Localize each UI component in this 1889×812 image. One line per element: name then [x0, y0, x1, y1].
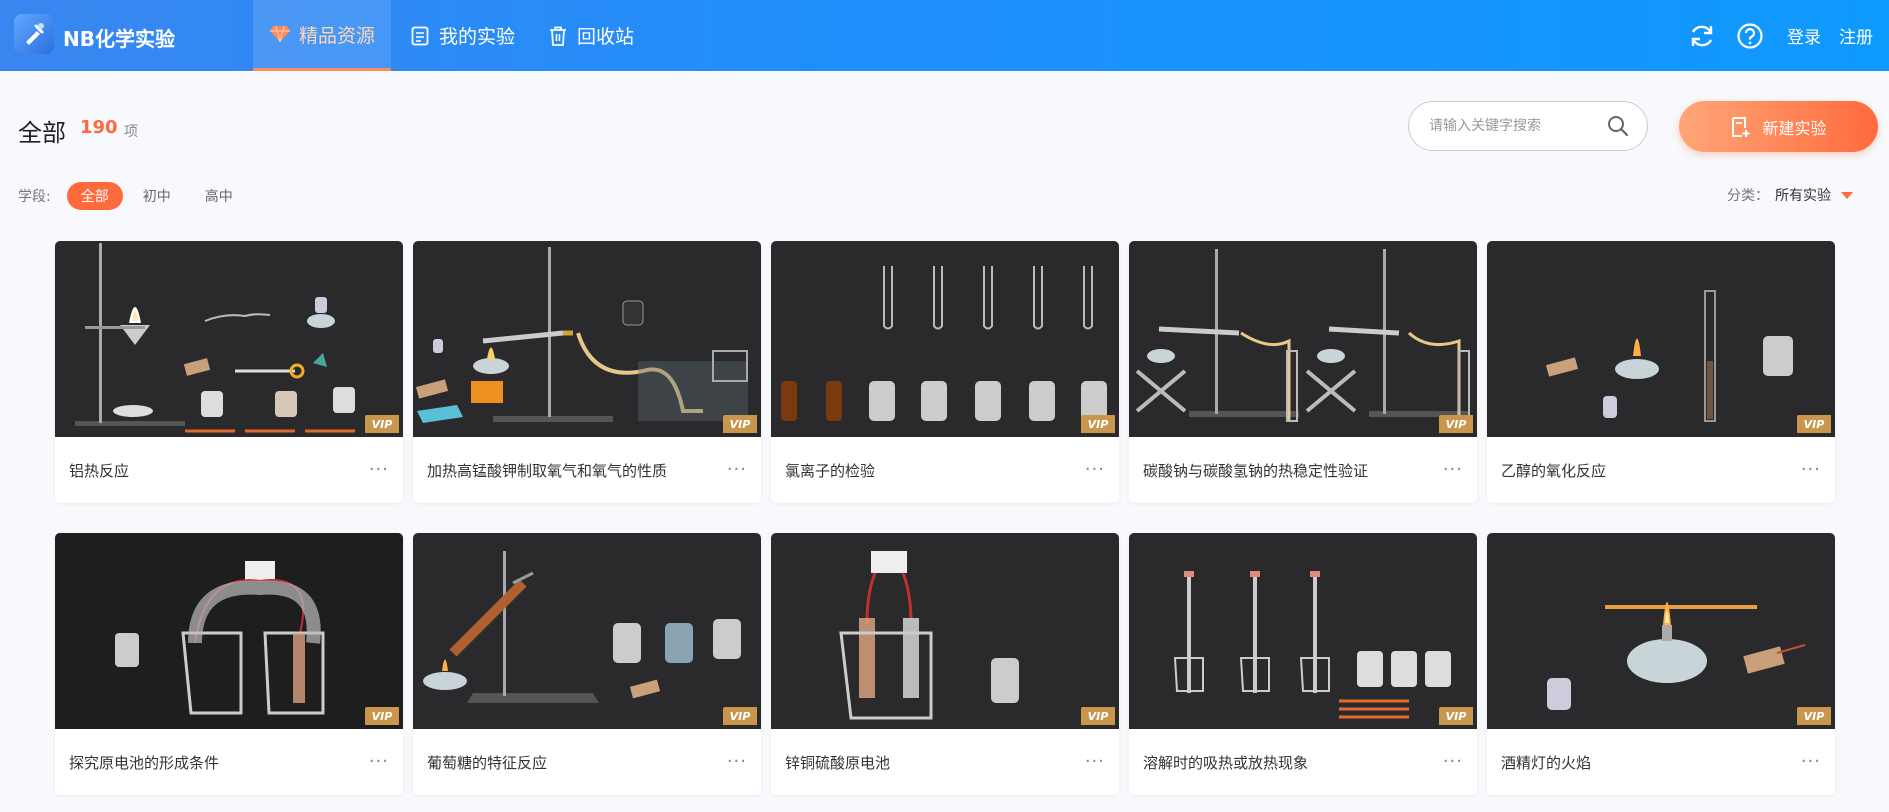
experiment-card[interactable]: VIP 铝热反应 ···	[55, 241, 403, 503]
card-title: 锌铜硫酸原电池	[785, 754, 891, 772]
item-count-unit: 项	[124, 124, 138, 140]
experiment-thumbnail: VIP	[55, 241, 403, 437]
experiment-card[interactable]: VIP 溶解时的吸热或放热现象 ···	[1129, 533, 1477, 795]
card-footer: 酒精灯的火焰 ···	[1487, 729, 1835, 795]
experiment-thumbnail: VIP	[1129, 533, 1477, 729]
more-options-icon[interactable]: ···	[369, 459, 389, 480]
experiment-thumbnail: VIP	[1487, 241, 1835, 437]
experiment-thumbnail: VIP	[1129, 241, 1477, 437]
experiment-card[interactable]: VIP 加热高锰酸钾制取氧气和氧气的性质 ···	[413, 241, 761, 503]
card-title: 氯离子的检验	[785, 462, 876, 480]
card-title: 碳酸钠与碳酸氢钠的热稳定性验证	[1143, 462, 1369, 480]
search-input[interactable]	[1429, 118, 1599, 134]
more-options-icon[interactable]: ···	[727, 459, 747, 480]
item-count: 190	[80, 117, 118, 138]
more-options-icon[interactable]: ···	[1443, 459, 1463, 480]
card-footer: 乙醇的氧化反应 ···	[1487, 437, 1835, 503]
document-icon	[409, 25, 431, 47]
vip-badge: VIP	[1797, 707, 1831, 725]
experiment-thumbnail: VIP	[413, 241, 761, 437]
register-link[interactable]: 注册	[1839, 23, 1873, 48]
filter-chip-senior-high[interactable]: 高中	[191, 182, 247, 210]
card-footer: 溶解时的吸热或放热现象 ···	[1129, 729, 1477, 795]
add-document-icon	[1730, 116, 1752, 138]
nav-tab-label: 我的实验	[439, 26, 516, 48]
experiment-thumbnail: VIP	[413, 533, 761, 729]
nav-tab-recycle-bin[interactable]: 回收站	[531, 0, 650, 71]
card-footer: 铝热反应 ···	[55, 437, 403, 503]
vip-badge: VIP	[365, 415, 399, 433]
card-title: 铝热反应	[69, 462, 130, 480]
topbar-actions: 登录 注册	[1669, 0, 1873, 71]
more-options-icon[interactable]: ···	[1801, 459, 1821, 480]
caret-down-icon	[1841, 191, 1853, 199]
more-options-icon[interactable]: ···	[1085, 459, 1105, 480]
experiment-card[interactable]: VIP 碳酸钠与碳酸氢钠的热稳定性验证 ···	[1129, 241, 1477, 503]
card-footer: 锌铜硫酸原电池 ···	[771, 729, 1119, 795]
vip-badge: VIP	[723, 707, 757, 725]
vip-badge: VIP	[1439, 707, 1473, 725]
card-title: 溶解时的吸热或放热现象	[1143, 754, 1309, 772]
category-label: 分类：	[1727, 188, 1769, 204]
experiment-thumbnail: VIP	[55, 533, 403, 729]
experiment-card[interactable]: VIP 探究原电池的形成条件 ···	[55, 533, 403, 795]
experiment-card[interactable]: VIP 乙醇的氧化反应 ···	[1487, 241, 1835, 503]
nav-tab-my-experiments[interactable]: 我的实验	[393, 0, 531, 71]
login-link[interactable]: 登录	[1787, 23, 1821, 48]
experiment-card[interactable]: VIP 酒精灯的火焰 ···	[1487, 533, 1835, 795]
card-title: 加热高锰酸钾制取氧气和氧气的性质	[427, 462, 668, 480]
card-title: 酒精灯的火焰	[1501, 754, 1592, 772]
card-title: 乙醇的氧化反应	[1501, 462, 1607, 480]
stage-filter-label: 学段:	[18, 189, 51, 205]
category-value: 所有实验	[1775, 188, 1831, 204]
filter-chip-all[interactable]: 全部	[66, 182, 123, 210]
help-icon[interactable]	[1735, 21, 1765, 51]
experiment-thumbnail: VIP	[1487, 533, 1835, 729]
more-options-icon[interactable]: ···	[1801, 751, 1821, 772]
search-icon[interactable]	[1607, 115, 1629, 141]
nav-tab-premium-resources[interactable]: 精品资源	[253, 0, 392, 71]
more-options-icon[interactable]: ···	[369, 751, 389, 772]
refresh-icon[interactable]	[1687, 21, 1717, 51]
nav-tab-label: 回收站	[577, 26, 635, 48]
more-options-icon[interactable]: ···	[1443, 751, 1463, 772]
card-title: 葡萄糖的特征反应	[427, 754, 548, 772]
vip-badge: VIP	[365, 707, 399, 725]
search-box	[1408, 101, 1648, 151]
card-title: 探究原电池的形成条件	[69, 754, 220, 772]
vip-badge: VIP	[1081, 415, 1115, 433]
vip-badge: VIP	[1439, 415, 1473, 433]
vip-badge: VIP	[1081, 707, 1115, 725]
card-footer: 氯离子的检验 ···	[771, 437, 1119, 503]
category-dropdown[interactable]: 分类： 所有实验	[1727, 185, 1853, 205]
new-experiment-button[interactable]: 新建实验	[1679, 101, 1878, 152]
card-footer: 碳酸钠与碳酸氢钠的热稳定性验证 ···	[1129, 437, 1477, 503]
trash-icon	[547, 25, 569, 47]
new-experiment-label: 新建实验	[1762, 118, 1827, 138]
top-navigation-bar: NB化学实验 精品资源 我的实验 回收站 登录 注册	[0, 0, 1889, 71]
filter-chip-junior-high[interactable]: 初中	[129, 182, 185, 210]
experiment-card[interactable]: VIP 葡萄糖的特征反应 ···	[413, 533, 761, 795]
experiment-thumbnail: VIP	[771, 533, 1119, 729]
experiment-thumbnail: VIP	[771, 241, 1119, 437]
experiment-card[interactable]: VIP 氯离子的检验 ···	[771, 241, 1119, 503]
card-footer: 探究原电池的形成条件 ···	[55, 729, 403, 795]
nav-tab-label: 精品资源	[299, 24, 376, 47]
stage-filter: 学段: 全部 初中 高中	[18, 182, 253, 210]
more-options-icon[interactable]: ···	[1085, 751, 1105, 772]
page-title: 全部	[18, 119, 66, 147]
main-nav: 精品资源 我的实验 回收站	[253, 0, 650, 71]
experiment-card[interactable]: VIP 锌铜硫酸原电池 ···	[771, 533, 1119, 795]
card-footer: 葡萄糖的特征反应 ···	[413, 729, 761, 795]
vip-badge: VIP	[723, 415, 757, 433]
experiment-grid: VIP 铝热反应 ··· VIP 加热高锰酸钾制取氧气和氧气的性质 ··· VI…	[55, 241, 1835, 795]
app-logo-icon[interactable]	[14, 14, 54, 54]
more-options-icon[interactable]: ···	[727, 751, 747, 772]
app-title: NB化学实验	[63, 27, 175, 51]
vip-badge: VIP	[1797, 415, 1831, 433]
gem-icon	[269, 23, 291, 45]
card-footer: 加热高锰酸钾制取氧气和氧气的性质 ···	[413, 437, 761, 503]
